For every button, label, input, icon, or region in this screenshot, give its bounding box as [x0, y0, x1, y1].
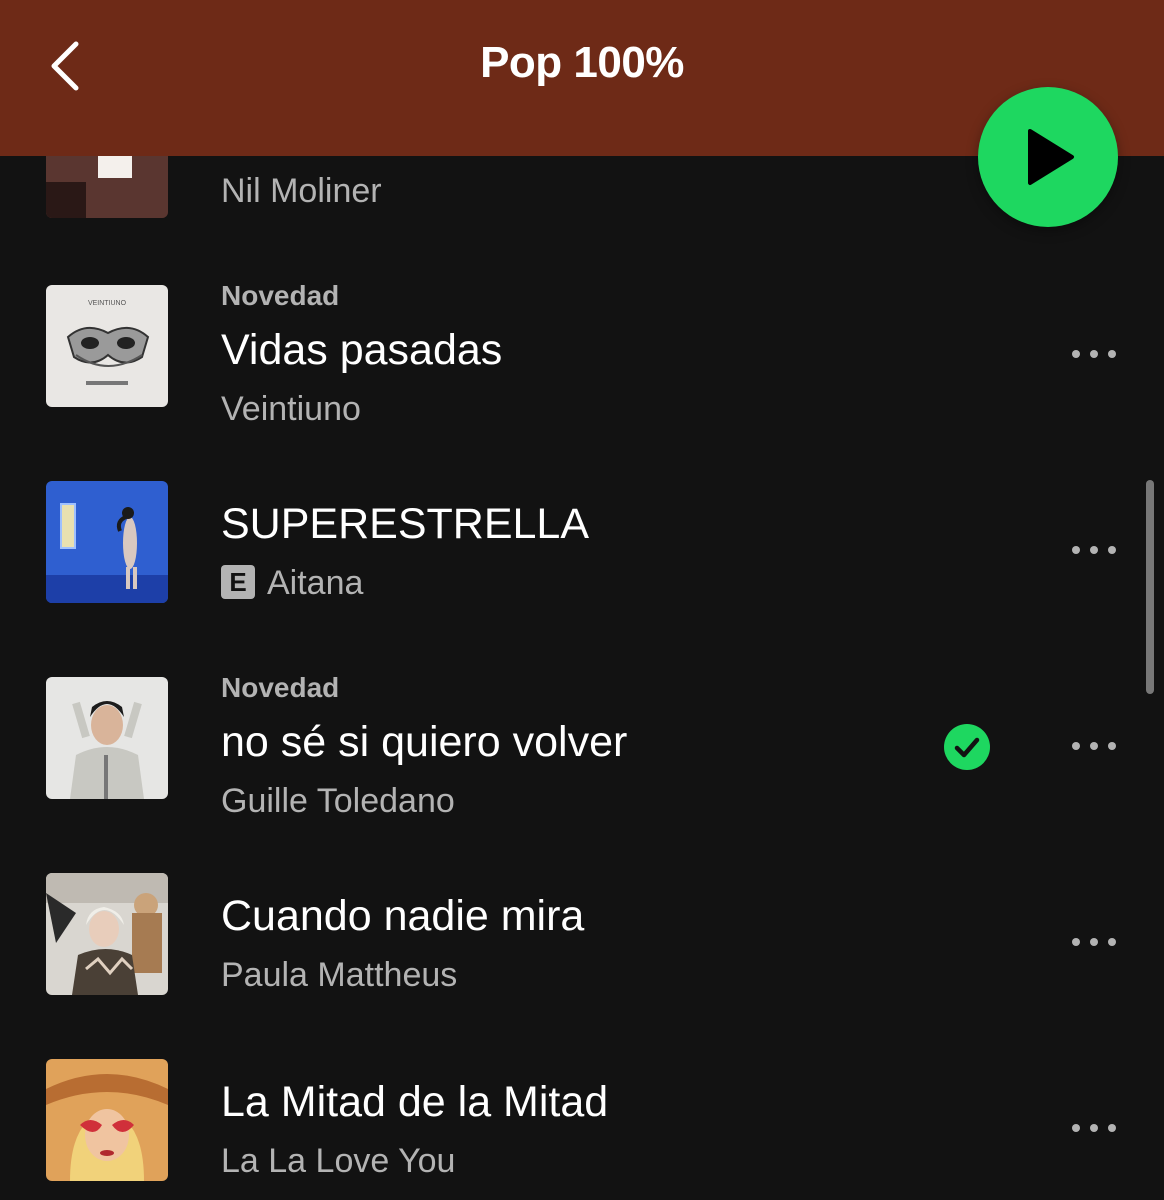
- track-artist: Nil Moliner: [221, 172, 382, 210]
- more-options-icon[interactable]: [1066, 1108, 1122, 1148]
- track-title: Vidas pasadas: [221, 326, 503, 374]
- more-options-icon[interactable]: [1066, 334, 1122, 374]
- track-artist: Veintiuno: [221, 390, 361, 428]
- track-title: Cuando nadie mira: [221, 892, 585, 940]
- explicit-badge: E: [221, 565, 255, 599]
- more-options-icon[interactable]: [1066, 726, 1122, 766]
- track-artist: Paula Mattheus: [221, 956, 458, 994]
- track-title: no sé si quiero volver: [221, 718, 628, 766]
- page-title: Pop 100%: [480, 38, 684, 87]
- track-title: La Mitad de la Mitad: [221, 1078, 609, 1126]
- more-options-icon[interactable]: [1066, 922, 1122, 962]
- album-art: [46, 677, 168, 799]
- track-artist: Guille Toledano: [221, 782, 455, 820]
- track-artist: La La Love You: [221, 1142, 456, 1180]
- track-row[interactable]: SUPERESTRELLA E Aitana: [0, 458, 1164, 638]
- track-row[interactable]: La Mitad de la Mitad La La Love You: [0, 1036, 1164, 1200]
- play-icon: [1028, 129, 1074, 185]
- album-art: VEINTIUNO: [46, 285, 168, 407]
- play-button[interactable]: [978, 87, 1118, 227]
- album-art: [46, 873, 168, 995]
- album-art: [46, 481, 168, 603]
- more-options-icon[interactable]: [1066, 530, 1122, 570]
- track-row[interactable]: Cuando nadie mira Paula Mattheus: [0, 850, 1164, 1030]
- track-artist: E Aitana: [221, 564, 363, 603]
- new-release-tag: Novedad: [221, 672, 340, 703]
- track-row[interactable]: VEINTIUNO Novedad Vidas pasadas Veintiun…: [0, 262, 1164, 442]
- album-art: [46, 1059, 168, 1181]
- saved-check-icon[interactable]: [944, 724, 990, 770]
- svg-text:VEINTIUNO: VEINTIUNO: [88, 300, 127, 307]
- track-artist-name: Aitana: [267, 564, 364, 602]
- track-title: SUPERESTRELLA: [221, 500, 590, 548]
- new-release-tag: Novedad: [221, 280, 340, 311]
- scrollbar-thumb[interactable]: [1146, 480, 1154, 694]
- track-row[interactable]: Novedad no sé si quiero volver Guille To…: [0, 654, 1164, 834]
